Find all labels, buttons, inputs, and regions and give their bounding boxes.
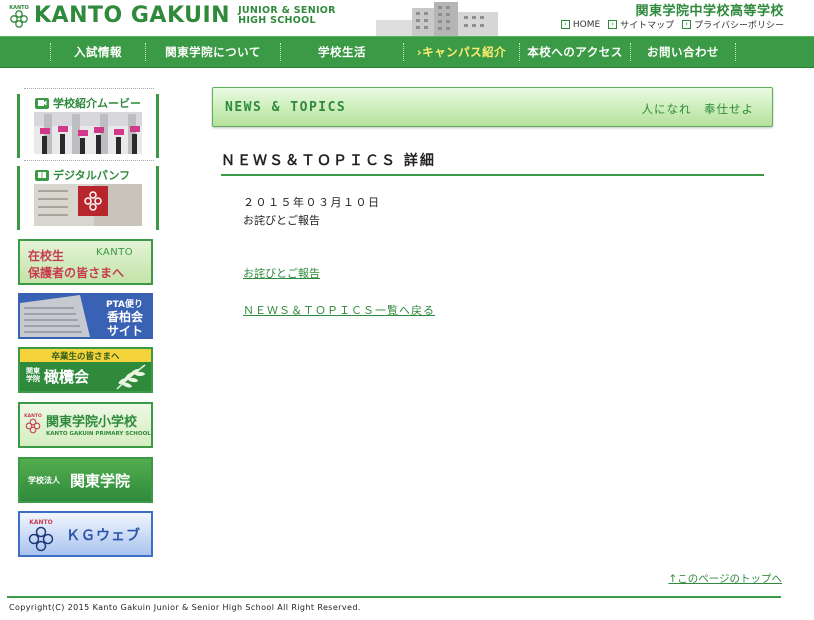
sitemap-link-label: サイトマップ xyxy=(620,21,675,31)
article-date: ２０１５年０３月１０日 xyxy=(243,197,381,209)
arrow-right-icon: › xyxy=(682,20,692,29)
alumni-banner-line1: 卒業生の皆さまへ xyxy=(51,352,120,362)
svg-text:KANTO: KANTO xyxy=(29,519,53,526)
back-to-news-list-link[interactable]: ＮＥＷＳ＆ＴＯＰＩＣＳ一覧へ戻る xyxy=(243,302,435,318)
students-banner-brand: KANTO xyxy=(96,247,134,258)
digital-pamphlet-label: デジタルパンフ xyxy=(53,169,130,182)
page-top-link[interactable]: ↑このページのトップへ xyxy=(668,571,782,586)
kg-web-banner[interactable]: KANTO ＫＧウェブ xyxy=(18,511,153,557)
kg-web-banner-label: ＫＧウェブ xyxy=(66,528,141,544)
corporate-banner-big: 関東学院 xyxy=(70,472,131,490)
alumni-banner-small: 関東学院 xyxy=(26,367,40,383)
primary-banner-sub: KANTO GAKUIN PRIMARY SCHOOL xyxy=(46,431,151,437)
digital-pamphlet-block[interactable]: デジタルパンフ xyxy=(17,166,159,230)
students-banner-line2: 保護者の皆さまへ xyxy=(28,266,125,280)
privacy-policy-link-label: プライバシーポリシー xyxy=(694,21,784,31)
students-parents-banner[interactable]: 在校生 KANTO 保護者の皆さまへ xyxy=(18,239,153,285)
news-topics-header: NEWS & TOPICS 人になれ 奉仕せよ xyxy=(212,87,773,127)
school-movie-thumbnail[interactable] xyxy=(34,112,142,154)
divider xyxy=(24,160,154,161)
alumni-banner[interactable]: 卒業生の皆さまへ 関東学院 橄欖会 xyxy=(18,347,153,393)
svg-text:KANTO: KANTO xyxy=(9,5,29,11)
nav-item-access[interactable]: 本校へのアクセス xyxy=(520,37,630,67)
logo-text: KANTO GAKUIN xyxy=(34,3,231,28)
cross-emblem-icon: KANTO xyxy=(28,519,54,552)
article-attachment-link[interactable]: お詫びとご報告 xyxy=(243,265,320,281)
svg-text:KANTO: KANTO xyxy=(24,413,42,419)
olive-branch-icon xyxy=(116,364,146,390)
video-icon xyxy=(35,97,49,109)
arrow-right-icon: › xyxy=(560,20,570,29)
news-topics-title: NEWS & TOPICS xyxy=(225,100,347,115)
home-link[interactable]: › HOME xyxy=(560,18,601,31)
sitemap-link[interactable]: › サイトマップ xyxy=(608,18,674,31)
nav-separator xyxy=(735,43,736,61)
school-movie-block[interactable]: 学校紹介ムービー xyxy=(17,94,159,158)
header-links: › HOME › サイトマップ › プライバシーポリシー xyxy=(560,18,784,31)
primary-banner-title: 関東学院小学校 xyxy=(46,415,138,430)
logo-sub-line2: HIGH SCHOOL xyxy=(238,15,316,26)
alumni-banner-big: 橄欖会 xyxy=(44,368,90,386)
primary-school-banner[interactable]: KANTO 関東学院小学校 KANTO GAKUIN PRIMARY SCHOO… xyxy=(18,402,153,448)
students-banner-line1: 在校生 xyxy=(28,249,65,263)
footer-divider xyxy=(7,596,781,598)
corporate-banner-small: 学校法人 xyxy=(28,476,60,485)
cross-emblem-icon: KANTO xyxy=(8,3,30,29)
pta-banner-line3: サイト xyxy=(106,324,143,338)
page-title: ＮＥＷＳ＆ＴＯＰＩＣＳ 詳細 xyxy=(221,148,764,176)
logo-subtitle: JUNIOR & SENIOR HIGH SCHOOL xyxy=(238,6,336,26)
nav-item-school-life[interactable]: 学校生活 xyxy=(281,37,403,67)
cross-emblem-icon: KANTO xyxy=(24,413,42,434)
article-subject: お詫びとご報告 xyxy=(243,215,320,227)
school-movie-title: 学校紹介ムービー xyxy=(20,94,156,112)
school-movie-label: 学校紹介ムービー xyxy=(53,97,141,110)
main-nav: 入試情報 関東学院について 学校生活 ›キャンパス紹介 本校へのアクセス お問い… xyxy=(0,36,814,68)
school-name: 関東学院中学校高等学校 xyxy=(635,4,784,19)
school-building-image xyxy=(374,0,498,36)
nav-item-contact[interactable]: お問い合わせ xyxy=(631,37,735,67)
arrow-right-icon: › xyxy=(608,20,618,29)
site-logo[interactable]: KANTO KANTO GAKUIN JUNIOR & SENIOR HIGH … xyxy=(8,3,336,29)
main-nav-items: 入試情報 関東学院について 学校生活 ›キャンパス紹介 本校へのアクセス お問い… xyxy=(50,37,736,67)
privacy-policy-link[interactable]: › プライバシーポリシー xyxy=(682,18,784,31)
pta-banner[interactable]: PTA便り 香柏会 サイト xyxy=(18,293,153,339)
digital-pamphlet-thumbnail[interactable] xyxy=(34,184,142,226)
school-motto: 人になれ 奉仕せよ xyxy=(641,102,754,116)
divider xyxy=(24,88,154,89)
digital-pamphlet-title: デジタルパンフ xyxy=(20,166,156,184)
corporate-banner[interactable]: 学校法人 関東学院 xyxy=(18,457,153,503)
book-icon xyxy=(35,169,49,181)
copyright-text: Copyright(C) 2015 Kanto Gakuin Junior & … xyxy=(9,603,361,612)
nav-item-about[interactable]: 関東学院について xyxy=(146,37,280,67)
site-header: KANTO KANTO GAKUIN JUNIOR & SENIOR HIGH … xyxy=(0,0,814,36)
nav-item-admissions[interactable]: 入試情報 xyxy=(51,37,145,67)
home-link-label: HOME xyxy=(572,19,601,30)
nav-item-campus[interactable]: ›キャンパス紹介 xyxy=(404,37,519,67)
